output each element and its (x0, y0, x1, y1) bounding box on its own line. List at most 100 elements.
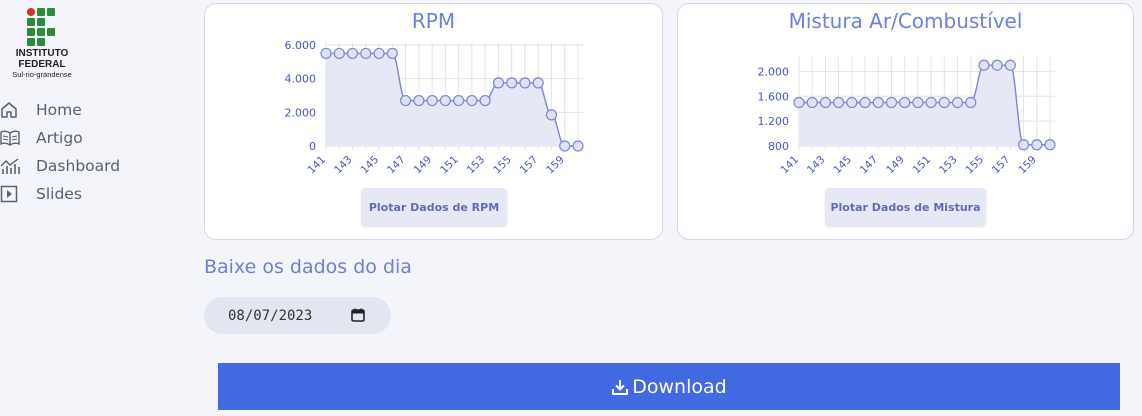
x-tick-label: 157 (518, 154, 541, 177)
calendar-icon[interactable] (351, 308, 365, 326)
data-point (872, 96, 884, 109)
data-point (399, 94, 412, 107)
data-point (1044, 139, 1056, 151)
date-value: 08/07/2023 (228, 307, 313, 324)
x-tick-label: 149 (412, 154, 435, 177)
data-point (859, 96, 871, 109)
data-point (572, 140, 584, 152)
chart-icon (0, 157, 20, 175)
x-tick-label: 143 (805, 154, 828, 177)
data-point (479, 94, 491, 107)
logo-text-line2: FEDERAL (18, 59, 66, 70)
nav-label-dashboard: Dashboard (36, 157, 121, 175)
y-tick-label: 2.000 (285, 106, 317, 119)
x-tick-label: 151 (438, 154, 461, 177)
x-tick-label: 141 (778, 154, 801, 177)
x-tick-label: 151 (911, 154, 934, 177)
data-point (925, 96, 937, 109)
y-tick-label: 4.000 (285, 73, 317, 86)
data-point (545, 109, 558, 121)
y-tick-label: 0 (309, 140, 316, 153)
x-tick-label: 159 (544, 154, 567, 177)
nav-label-artigo: Artigo (36, 129, 83, 147)
x-tick-label: 153 (465, 154, 488, 177)
y-tick-label: 800 (768, 140, 789, 153)
data-point (1004, 59, 1016, 71)
data-point (806, 96, 818, 109)
mixture-chart: 8001.2001.6002.000141 143 145 147 149 151 153 1… (758, 57, 1056, 177)
x-tick-label: 145 (831, 154, 854, 177)
rpm-card: RPM 0 2.000 4.000 6.000 141 143 145 147 149 151 15… (204, 3, 663, 240)
plot-mixture-button[interactable]: Plotar Dados de Mistura (825, 188, 986, 226)
download-label: Download (632, 375, 727, 398)
logo-text-line3: Sul-rio-grandense (12, 70, 72, 79)
data-point (453, 94, 465, 107)
area-fill (326, 53, 578, 146)
nav-item-dashboard[interactable]: Dashboard (0, 152, 120, 180)
download-section-title: Baixe os dados do dia (204, 256, 412, 278)
data-point (978, 59, 990, 71)
nav-item-artigo[interactable]: Artigo (0, 124, 120, 152)
x-tick-label: 159 (1016, 154, 1039, 177)
x-tick-label: 145 (359, 154, 382, 177)
download-button[interactable]: Download (218, 363, 1120, 410)
y-tick-label: 2.000 (758, 65, 790, 78)
data-point (333, 47, 345, 60)
y-tick-label: 1.200 (758, 115, 790, 128)
date-input[interactable]: 08/07/2023 (204, 297, 391, 334)
data-point (793, 96, 805, 109)
sidebar-nav: Home Artigo Dashboard Slides (0, 96, 120, 208)
rpm-chart: 0 2.000 4.000 6.000 141 143 145 147 149 151 153 155… (285, 39, 584, 177)
plot-rpm-button[interactable]: Plotar Dados de RPM (361, 188, 507, 226)
data-point (320, 47, 332, 60)
data-point (1017, 139, 1030, 151)
y-tick-label: 6.000 (285, 39, 317, 52)
book-icon (0, 129, 20, 147)
data-point (833, 96, 845, 109)
data-point (559, 140, 571, 152)
data-point (519, 77, 531, 89)
x-tick-label: 141 (305, 154, 328, 177)
mixture-card: Mistura Ar/Combustível 800 1.200 1.600 2.00… (677, 3, 1134, 240)
data-point (899, 96, 911, 109)
nav-label-slides: Slides (36, 185, 82, 203)
data-point (346, 47, 359, 60)
data-point (819, 96, 832, 109)
nav-label-home: Home (36, 101, 82, 119)
home-icon (0, 101, 20, 119)
data-point (492, 77, 505, 89)
x-tick-label: 157 (990, 154, 1013, 177)
nav-item-slides[interactable]: Slides (0, 180, 120, 208)
x-tick-label: 153 (937, 154, 960, 177)
data-point (965, 96, 977, 109)
y-tick-label: 1.600 (758, 90, 790, 103)
data-point (1031, 139, 1043, 151)
data-point (426, 94, 438, 107)
sidebar: INSTITUTO FEDERAL Sul-rio-grandense Home… (0, 0, 190, 416)
x-tick-label: 147 (858, 154, 881, 177)
logo-mark (27, 8, 57, 48)
data-point (506, 77, 518, 89)
data-point (439, 94, 451, 107)
data-point (938, 96, 950, 109)
data-point (386, 47, 398, 60)
data-point (991, 59, 1003, 71)
data-point (466, 94, 478, 107)
data-point (912, 96, 924, 109)
data-point (846, 96, 858, 109)
data-point (360, 47, 372, 60)
data-point (532, 77, 544, 89)
download-icon (611, 378, 629, 396)
x-tick-label: 155 (963, 154, 986, 177)
x-tick-label: 149 (884, 154, 907, 177)
x-tick-label: 143 (332, 154, 355, 177)
data-point (951, 96, 964, 109)
data-point (413, 94, 425, 107)
data-point (373, 47, 385, 60)
play-icon (0, 185, 20, 203)
x-tick-label: 147 (385, 154, 408, 177)
nav-item-home[interactable]: Home (0, 96, 120, 124)
ifsul-logo: INSTITUTO FEDERAL Sul-rio-grandense (4, 8, 80, 79)
data-point (885, 96, 898, 109)
logo-text-line1: INSTITUTO (15, 48, 69, 59)
